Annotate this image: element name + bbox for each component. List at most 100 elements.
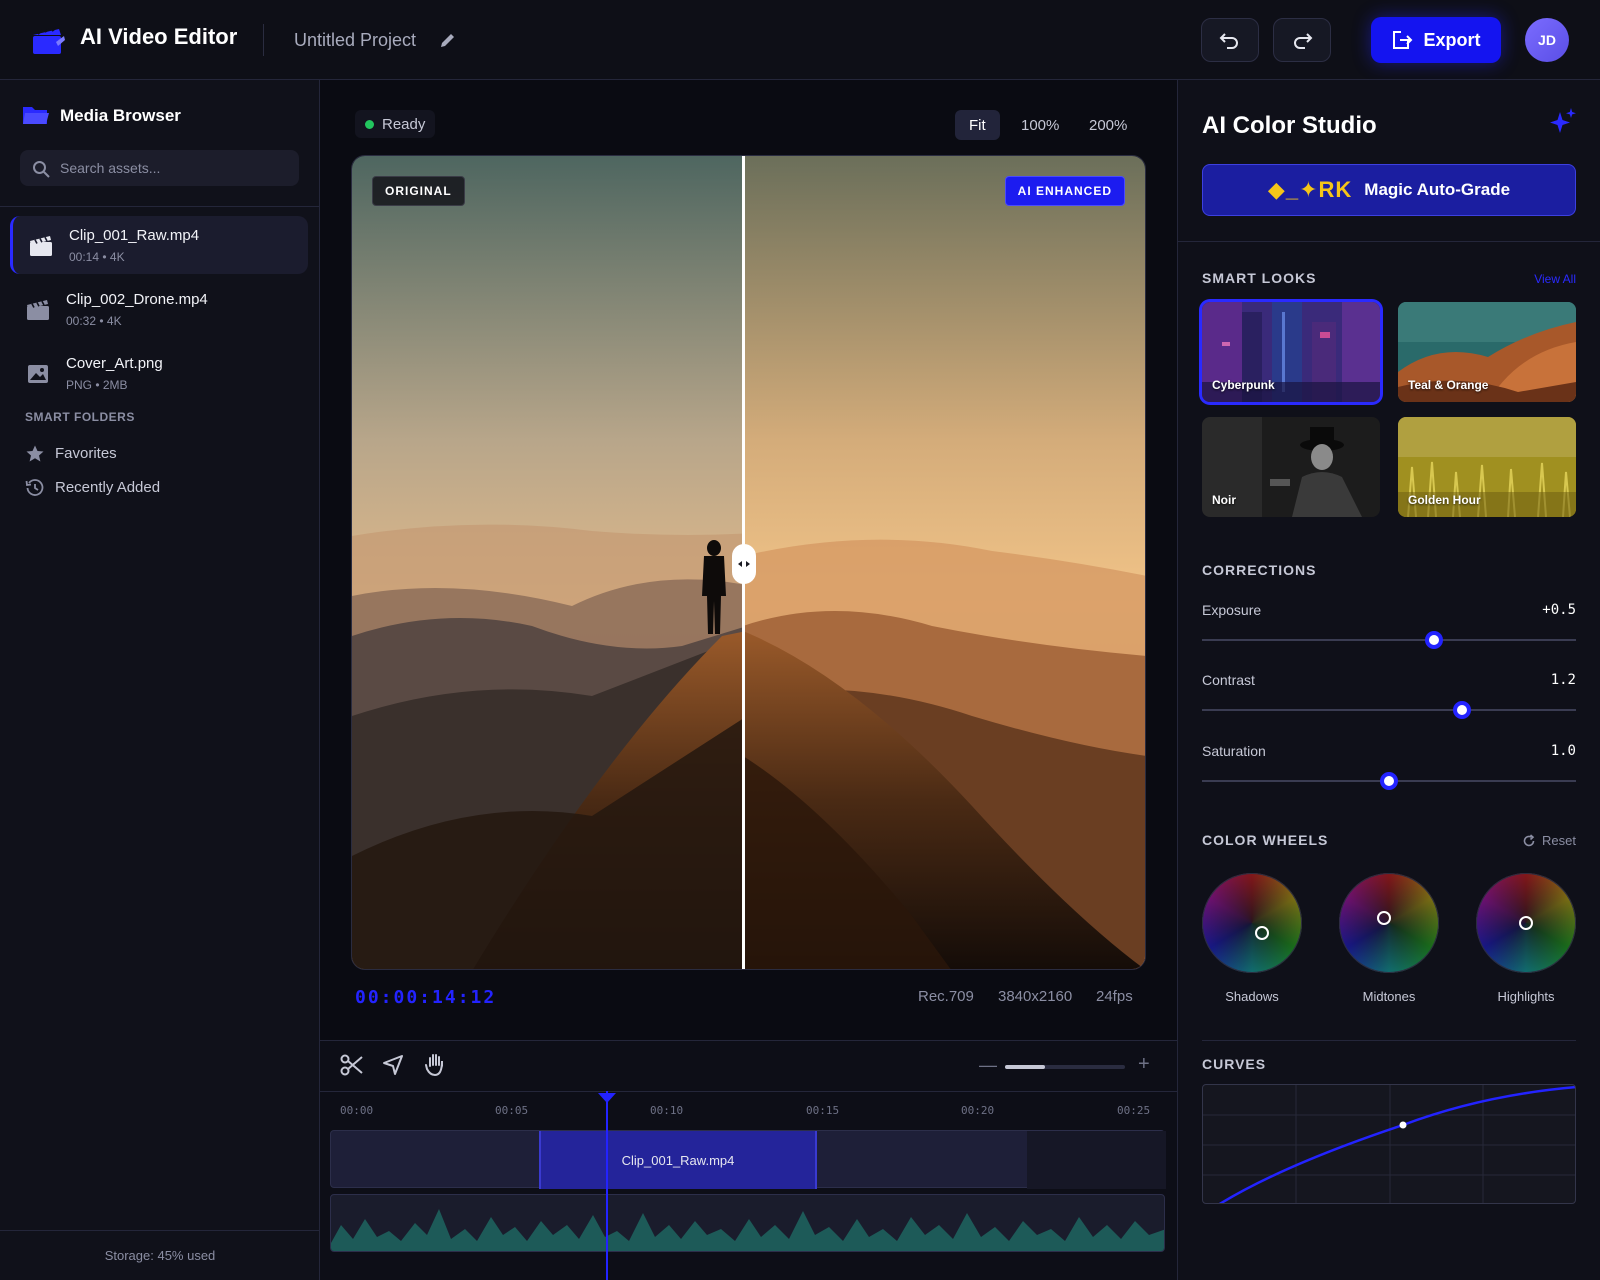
look-label: Teal & Orange	[1408, 378, 1489, 392]
highlights-color-wheel[interactable]	[1476, 873, 1576, 973]
smart-folder-recently-added[interactable]: Recently Added	[25, 476, 285, 500]
look-golden-hour[interactable]: Golden Hour	[1398, 417, 1576, 517]
asset-item-clip-001[interactable]: Clip_001_Raw.mp4 00:14 • 4K	[10, 216, 308, 274]
compare-split-handle[interactable]	[732, 544, 756, 584]
curves-editor[interactable]	[1202, 1084, 1576, 1204]
redo-icon	[1294, 33, 1313, 49]
shadows-color-wheel[interactable]	[1202, 873, 1302, 973]
hand-pan-icon[interactable]	[422, 1051, 450, 1079]
ruler-label: 00:00	[340, 1104, 374, 1117]
undo-button[interactable]	[1201, 18, 1259, 62]
zoom-100-button[interactable]: 100%	[1007, 110, 1073, 140]
look-teal-orange[interactable]: Teal & Orange	[1398, 302, 1576, 402]
export-button[interactable]: Export	[1371, 17, 1501, 63]
highlights-wheel-handle[interactable]	[1519, 916, 1533, 930]
user-avatar[interactable]: JD	[1525, 18, 1569, 62]
exposure-value: +0.5	[1542, 602, 1576, 618]
ruler-label: 00:20	[961, 1104, 995, 1117]
audio-track[interactable]	[330, 1194, 1165, 1252]
timeline-zoom-slider[interactable]	[1005, 1065, 1125, 1069]
contrast-value: 1.2	[1550, 672, 1576, 688]
curves-graph	[1203, 1085, 1575, 1203]
ruler-label: 00:25	[1117, 1104, 1151, 1117]
wheel-label: Midtones	[1362, 989, 1416, 1004]
status-dot	[365, 119, 374, 129]
redo-button[interactable]	[1273, 18, 1331, 62]
saturation-slider-thumb[interactable]	[1380, 772, 1398, 790]
color-studio-panel: AI Color Studio ◆_✦RK Magic Auto-Grade S…	[1177, 80, 1600, 1280]
timeline-panel: — + 00:00 00:05 00:10 00:15 00:20 00:25 …	[320, 1040, 1177, 1280]
ai-enhanced-tag: AI ENHANCED	[1004, 176, 1125, 206]
status-text: Ready	[382, 115, 426, 133]
search-input[interactable]	[60, 150, 290, 186]
track-empty-region	[1027, 1131, 1166, 1189]
midtones-color-wheel[interactable]	[1339, 873, 1439, 973]
asset-name: Cover_Art.png	[66, 355, 163, 372]
curve-control-point	[1399, 1121, 1407, 1129]
sidebar-divider	[0, 206, 320, 207]
color-space: Rec.709	[918, 988, 974, 1005]
zoom-fit-button[interactable]: Fit	[955, 110, 1000, 140]
view-all-link[interactable]: View All	[1534, 272, 1576, 286]
smart-folder-label: Favorites	[55, 445, 117, 462]
smart-folder-favorites[interactable]: Favorites	[25, 442, 285, 466]
smart-folder-label: Recently Added	[55, 479, 161, 496]
smart-looks-heading: SMART LOOKS	[1202, 270, 1317, 286]
wheel-label: Highlights	[1497, 989, 1555, 1004]
project-name[interactable]: Untitled Project	[294, 30, 416, 51]
sparkle-icon	[1550, 108, 1576, 133]
storage-usage: Storage: 45% used	[104, 1248, 216, 1263]
panel-divider	[1178, 241, 1600, 242]
media-browser-title: Media Browser	[60, 106, 181, 125]
undo-icon	[1219, 33, 1238, 49]
look-label: Golden Hour	[1408, 493, 1481, 507]
timeline-clip[interactable]: Clip_001_Raw.mp4	[539, 1131, 817, 1189]
timeline-zoom-out-button[interactable]: —	[979, 1055, 997, 1076]
wheel-overlay	[1339, 873, 1439, 973]
shadows-wheel-handle[interactable]	[1255, 926, 1269, 940]
contrast-label: Contrast	[1202, 672, 1255, 688]
resolution: 3840x2160	[998, 988, 1073, 1005]
magic-wand-icon: ◆_✦RK	[1267, 177, 1353, 202]
reset-icon	[1523, 833, 1535, 846]
export-label: Export	[1423, 29, 1481, 50]
saturation-value: 1.0	[1550, 743, 1576, 759]
curves-heading: CURVES	[1202, 1056, 1267, 1072]
scissors-icon[interactable]	[338, 1051, 366, 1079]
pencil-icon[interactable]	[439, 31, 457, 49]
exposure-slider-thumb[interactable]	[1424, 631, 1443, 649]
asset-item-clip-002[interactable]: Clip_002_Drone.mp4 00:32 • 4K	[10, 280, 308, 338]
media-browser-panel: Media Browser Clip_001_Raw.mp4 00:14 • 4…	[0, 80, 320, 1280]
contrast-slider[interactable]	[1202, 701, 1576, 719]
drag-arrows-icon	[738, 561, 750, 567]
color-studio-title: AI Color Studio	[1202, 112, 1377, 139]
contrast-slider-thumb[interactable]	[1452, 701, 1471, 719]
frame-rate: 24fps	[1096, 988, 1133, 1005]
look-label: Cyberpunk	[1212, 378, 1275, 392]
ruler-label: 00:15	[806, 1104, 840, 1117]
storage-divider	[0, 1230, 320, 1231]
top-header: AI Video Editor Untitled Project Export …	[0, 0, 1600, 80]
select-arrow-icon[interactable]	[380, 1051, 408, 1079]
original-tag: ORIGINAL	[372, 176, 465, 206]
saturation-slider[interactable]	[1202, 772, 1576, 790]
exposure-label: Exposure	[1202, 602, 1262, 618]
app-title: AI Video Editor	[80, 24, 238, 49]
asset-name: Clip_001_Raw.mp4	[69, 227, 200, 244]
look-cyberpunk[interactable]: Cyberpunk	[1202, 302, 1380, 402]
color-wheels-heading: COLOR WHEELS	[1202, 832, 1329, 848]
magic-auto-grade-button[interactable]: ◆_✦RK Magic Auto-Grade	[1202, 164, 1576, 216]
look-noir[interactable]: Noir	[1202, 417, 1380, 517]
exposure-slider[interactable]	[1202, 631, 1576, 649]
video-clip-icon	[30, 236, 52, 256]
asset-name: Clip_002_Drone.mp4	[66, 291, 208, 308]
zoom-200-button[interactable]: 200%	[1075, 110, 1141, 140]
video-preview[interactable]: ORIGINAL AI ENHANCED	[351, 155, 1146, 970]
midtones-wheel-handle[interactable]	[1377, 911, 1391, 925]
timeline-zoom-in-button[interactable]: +	[1138, 1053, 1150, 1076]
look-label: Noir	[1212, 493, 1236, 507]
asset-item-cover-art[interactable]: Cover_Art.png PNG • 2MB	[10, 344, 308, 402]
playhead-marker[interactable]	[598, 1093, 616, 1103]
playhead[interactable]	[606, 1091, 608, 1280]
reset-wheels-button[interactable]: Reset	[1522, 833, 1576, 848]
